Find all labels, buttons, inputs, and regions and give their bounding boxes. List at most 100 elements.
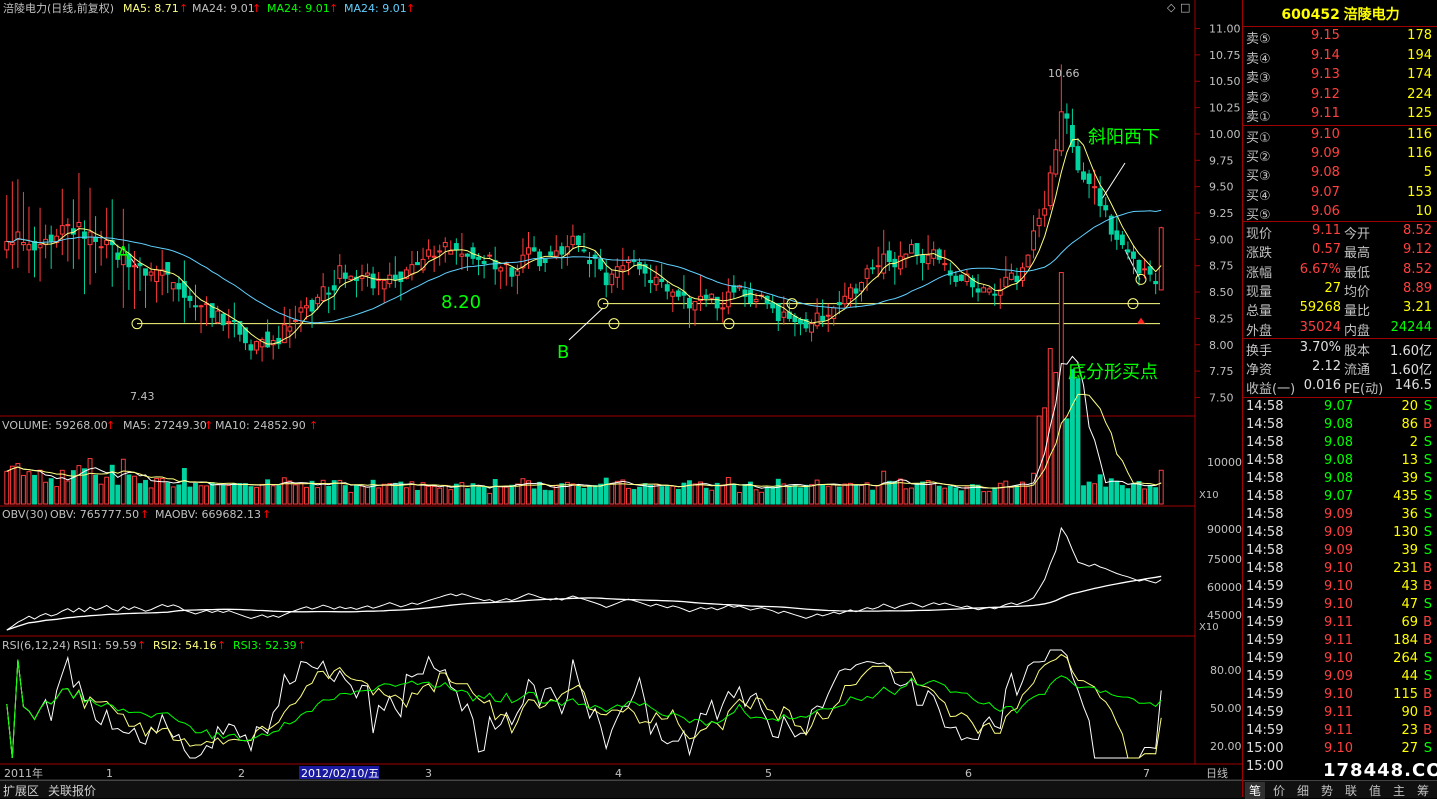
cursor-date: 2012/02/10/五 xyxy=(301,767,379,780)
volume-bar xyxy=(242,483,248,505)
tick-row[interactable]: 14:58 9.09 39 S xyxy=(1243,543,1437,561)
candle-body xyxy=(798,318,803,325)
rsi-label: RSI(6,12,24) xyxy=(2,639,70,652)
date-month-3: 3 xyxy=(425,767,432,780)
tick-row[interactable]: 14:59 9.11 23 B xyxy=(1243,723,1437,741)
tick-row[interactable]: 14:59 9.09 44 S xyxy=(1243,669,1437,687)
support-level-label: 8.20 xyxy=(441,292,481,313)
ask-row[interactable]: 卖③ 9.13 174 xyxy=(1243,67,1437,86)
ask-row[interactable]: 卖④ 9.14 194 xyxy=(1243,48,1437,67)
kline-chart[interactable]: 涪陵电力(日线,前复权) MA5: 8.71 ↑ MA24: 9.01 ↑ MA… xyxy=(0,0,1242,797)
volume-bar xyxy=(570,483,576,505)
candle-body xyxy=(1042,208,1048,216)
quote-tab[interactable]: 价 xyxy=(1269,782,1289,799)
volume-bar xyxy=(820,484,826,505)
tick-row[interactable]: 14:58 9.09 36 S xyxy=(1243,507,1437,525)
stat-row[interactable]: 涨跌 0.57 最高 9.12 xyxy=(1243,242,1437,261)
volume-bar xyxy=(1003,480,1009,505)
info-row[interactable]: 换手 3.70% 股本 1.60亿 xyxy=(1243,340,1437,359)
volume-bar xyxy=(692,483,698,505)
ask-label: 卖② xyxy=(1246,90,1271,106)
tick-row[interactable]: 14:59 9.10 47 S xyxy=(1243,597,1437,615)
candle-body xyxy=(342,272,348,279)
volume-bar xyxy=(847,482,853,505)
stat-row[interactable]: 现价 9.11 今开 8.52 xyxy=(1243,223,1437,242)
bid-row[interactable]: 买② 9.09 116 xyxy=(1243,146,1437,165)
price-axis: 11.00 10.75 10.50 10.25 10.00 9.75 9.50 9.25 9.0… xyxy=(1195,23,1241,404)
tick-row[interactable]: 14:59 9.10 43 B xyxy=(1243,579,1437,597)
price-tick-label: 10.25 xyxy=(1209,102,1241,115)
tick-side: B xyxy=(1423,633,1432,648)
bid-row[interactable]: 买③ 9.08 5 xyxy=(1243,165,1437,184)
bid-row[interactable]: 买④ 9.07 153 xyxy=(1243,185,1437,204)
quote-tab[interactable]: 联 xyxy=(1341,782,1361,799)
tick-row[interactable]: 14:58 9.08 39 S xyxy=(1243,471,1437,489)
quote-tab[interactable]: 笔 xyxy=(1245,782,1265,799)
volume-bar xyxy=(220,484,226,505)
candle-body xyxy=(553,250,559,257)
stat-value: 24244 xyxy=(1390,319,1432,335)
tick-row[interactable]: 14:59 9.10 264 S xyxy=(1243,651,1437,669)
bid-label: 买① xyxy=(1246,131,1271,146)
tick-time: 14:58 xyxy=(1246,561,1284,576)
tick-row[interactable]: 14:59 9.10 115 B xyxy=(1243,687,1437,705)
candle-body xyxy=(859,282,864,292)
tick-row[interactable]: 14:58 9.09 130 S xyxy=(1243,525,1437,543)
tick-row[interactable]: 14:59 9.11 69 B xyxy=(1243,615,1437,633)
stat-row[interactable]: 总量 59268 量比 3.21 xyxy=(1243,300,1437,319)
stat-row[interactable]: 涨幅 6.67% 最低 8.52 xyxy=(1243,262,1437,281)
ask-volume: 174 xyxy=(1407,67,1432,82)
tick-row[interactable]: 15:00 9.10 27 S xyxy=(1243,741,1437,759)
ask-row[interactable]: 卖② 9.12 224 xyxy=(1243,87,1437,106)
info-row[interactable]: 净资 2.12 流通 1.60亿 xyxy=(1243,359,1437,378)
info-row[interactable]: 收益(一) 0.016 PE(动) 146.5 xyxy=(1243,378,1437,397)
tab-extension[interactable]: 扩展区 xyxy=(3,782,39,799)
volume-bar xyxy=(392,482,398,505)
stat-row[interactable]: 现量 27 均价 8.89 xyxy=(1243,281,1437,300)
tick-row[interactable]: 14:58 9.08 2 S xyxy=(1243,435,1437,453)
annotation-a: A xyxy=(117,243,130,264)
quote-tab[interactable]: 细 xyxy=(1293,782,1313,799)
volume-bar xyxy=(470,483,476,505)
candle-body xyxy=(287,326,293,332)
stat-row[interactable]: 外盘 35024 内盘 24244 xyxy=(1243,319,1437,339)
candle-body xyxy=(836,302,842,306)
period-label[interactable]: 日线 xyxy=(1206,766,1228,780)
tick-row[interactable]: 14:58 9.10 231 B xyxy=(1243,561,1437,579)
candle-body xyxy=(1036,217,1042,227)
info-label: 股本 xyxy=(1344,344,1371,359)
volume-bar xyxy=(864,482,870,505)
tick-row[interactable]: 14:58 9.08 86 B xyxy=(1243,417,1437,435)
volume-axis: 10000 X10 xyxy=(1199,456,1242,501)
candle-body xyxy=(614,266,620,278)
volume-label: VOLUME: 59268.00 xyxy=(2,419,108,432)
diamond-icon[interactable]: ◇ xyxy=(1167,1,1176,14)
volume-bar xyxy=(792,485,798,505)
quote-tab[interactable]: 势 xyxy=(1317,782,1337,799)
window-box-icon[interactable]: □ xyxy=(1180,1,1190,14)
candle-body xyxy=(598,258,604,270)
volume-bar xyxy=(736,492,742,505)
bid-volume: 116 xyxy=(1407,146,1432,162)
volume-bar xyxy=(631,489,637,505)
tick-row[interactable]: 14:58 9.07 20 S xyxy=(1243,399,1437,417)
tick-row[interactable]: 14:58 9.08 13 S xyxy=(1243,453,1437,471)
quote-tab[interactable]: 筹 xyxy=(1413,782,1433,799)
tab-related-quotes[interactable]: 关联报价 xyxy=(48,782,96,799)
quote-tab[interactable]: 主 xyxy=(1389,782,1409,799)
volume-bar xyxy=(881,470,887,505)
volume-bar xyxy=(309,480,315,505)
bid-row[interactable]: 买⑤ 9.06 10 xyxy=(1243,204,1437,223)
candle-body xyxy=(720,307,726,310)
volume-bar xyxy=(492,479,498,505)
quote-tab[interactable]: 值 xyxy=(1365,782,1385,799)
ask-row[interactable]: 卖⑤ 9.15 178 xyxy=(1243,28,1437,47)
tick-row[interactable]: 14:59 9.11 184 B xyxy=(1243,633,1437,651)
volume-bar xyxy=(836,486,842,505)
tick-row[interactable]: 14:59 9.11 90 B xyxy=(1243,705,1437,723)
volume-bar xyxy=(348,491,354,505)
bid-row[interactable]: 买① 9.10 116 xyxy=(1243,127,1437,146)
candle-body xyxy=(842,295,848,305)
ask-row[interactable]: 卖① 9.11 125 xyxy=(1243,106,1437,125)
tick-row[interactable]: 14:58 9.07 435 S xyxy=(1243,489,1437,507)
